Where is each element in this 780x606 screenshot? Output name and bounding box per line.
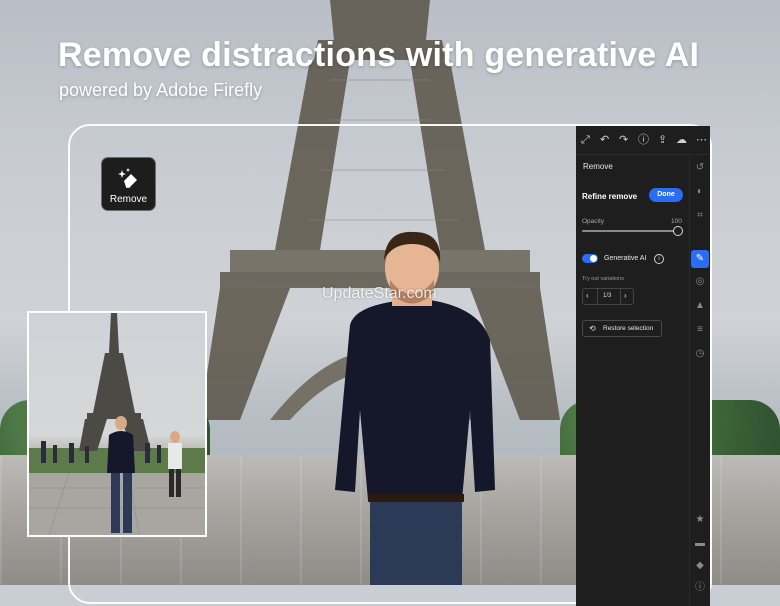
star-icon[interactable]: ★ xyxy=(694,514,706,526)
history-icon[interactable]: ↺ xyxy=(694,162,706,174)
remove-tool-badge[interactable]: Remove xyxy=(101,157,156,211)
generative-ai-label: Generative AI xyxy=(604,255,647,262)
divider xyxy=(597,289,598,304)
before-photo-inset xyxy=(27,311,207,537)
remove-badge-label: Remove xyxy=(109,194,148,205)
help-icon[interactable]: ⓘ xyxy=(638,134,649,146)
more-icon[interactable]: ⋯ xyxy=(696,134,707,146)
tool-rail: ↺ ◐ ⌗ ✎ ◎ ▲ ≡ ◷ ★ ▬ ◆ ⓘ xyxy=(689,154,710,606)
opacity-label: Opacity xyxy=(582,218,605,225)
info-icon[interactable]: ⓘ xyxy=(694,582,706,594)
watermark: UpdateStar.com xyxy=(322,285,437,302)
chevron-right-icon[interactable]: › xyxy=(624,291,627,300)
restore-selection-button[interactable]: ⟲ Restore selection xyxy=(582,320,662,337)
variations-label: Try out variations xyxy=(582,276,624,282)
divider xyxy=(620,289,621,304)
undo-icon[interactable]: ↶ xyxy=(600,134,609,146)
info-icon[interactable]: i xyxy=(654,254,664,264)
restore-icon: ⟲ xyxy=(589,324,596,333)
opacity-value: 100 xyxy=(671,218,682,225)
tag-icon[interactable]: ◆ xyxy=(694,560,706,572)
opacity-slider-track[interactable] xyxy=(582,230,679,232)
redo-icon[interactable]: ↷ xyxy=(619,134,628,146)
variation-navigator: ‹ 1/3 › xyxy=(582,288,634,305)
crop-icon[interactable]: ⌗ xyxy=(694,210,706,222)
editor-panel: ⤢ ↶ ↷ ⓘ ⇪ ☁ ⋯ Remove Refine remove Done … xyxy=(576,126,710,606)
comment-icon[interactable]: ▬ xyxy=(694,538,706,550)
presets-icon[interactable]: ◐ xyxy=(694,186,706,198)
expand-icon[interactable]: ⤢ xyxy=(581,134,590,146)
layers-icon[interactable]: ≡ xyxy=(694,324,706,336)
restore-selection-label: Restore selection xyxy=(603,325,654,332)
variation-counter: 1/3 xyxy=(603,293,612,299)
chevron-left-icon[interactable]: ‹ xyxy=(586,291,589,300)
before-scene xyxy=(29,313,205,535)
cloud-icon[interactable]: ☁ xyxy=(676,134,687,146)
lock-icon[interactable]: ▲ xyxy=(694,300,706,312)
panel-title: Remove xyxy=(583,162,613,171)
panel-toolbar: ⤢ ↶ ↷ ⓘ ⇪ ☁ ⋯ xyxy=(576,126,710,155)
subheadline: powered by Adobe Firefly xyxy=(59,80,263,100)
generative-ai-toggle[interactable] xyxy=(582,254,598,263)
clock-icon[interactable]: ◷ xyxy=(694,348,706,360)
eraser-sparkle-icon xyxy=(118,168,137,188)
headline: Remove distractions with generative AI xyxy=(58,36,700,74)
share-icon[interactable]: ⇪ xyxy=(658,134,667,146)
masking-icon[interactable]: ◎ xyxy=(694,276,706,288)
refine-remove-label: Refine remove xyxy=(582,192,638,201)
done-button[interactable]: Done xyxy=(649,188,683,202)
opacity-slider-thumb[interactable] xyxy=(673,226,683,236)
